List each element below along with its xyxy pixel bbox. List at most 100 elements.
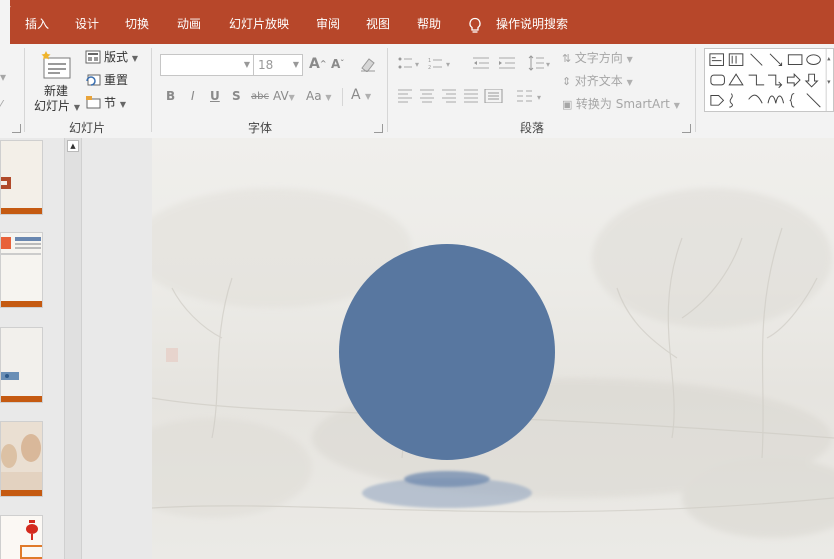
tab-slideshow[interactable]: 幻灯片放映 bbox=[229, 16, 289, 32]
font-size-combo[interactable]: 18 ▼ bbox=[253, 54, 303, 76]
paragraph-group-label: 段落 bbox=[520, 121, 545, 135]
group-separator bbox=[387, 48, 388, 132]
clipboard-remnant[interactable]: ▾ bbox=[0, 70, 6, 84]
text-direction-label: 文字方向 bbox=[574, 51, 623, 65]
align-text-icon: ⇕ bbox=[562, 75, 575, 88]
text-direction-button[interactable]: ⇅ 文字方向 ▼ bbox=[562, 51, 633, 67]
slide-thumbnail[interactable] bbox=[0, 327, 43, 403]
tab-insert[interactable]: 插入 bbox=[25, 16, 49, 32]
new-slide-label: 幻灯片 bbox=[34, 99, 71, 113]
bold-button[interactable]: B bbox=[166, 89, 175, 103]
chevron-down-icon: ▼ bbox=[292, 60, 299, 69]
thumbnail-image bbox=[1, 422, 42, 496]
new-slide-dropdown[interactable]: 幻灯片 ▼ bbox=[34, 99, 80, 115]
decrease-font-size-button[interactable]: Aˇ bbox=[331, 57, 344, 71]
chevron-down-icon: ▼ bbox=[325, 93, 332, 102]
text-shadow-button[interactable]: S bbox=[232, 89, 241, 103]
slide-thumbnail-pane bbox=[0, 138, 64, 559]
svg-text:▾: ▾ bbox=[446, 60, 450, 69]
character-spacing-button[interactable]: AV▼ bbox=[273, 89, 295, 105]
new-slide-icon[interactable] bbox=[40, 50, 72, 80]
alignment-icons[interactable] bbox=[398, 89, 504, 103]
reset-button[interactable]: 重置 bbox=[104, 73, 128, 87]
tab-home-active[interactable] bbox=[0, 0, 10, 44]
section-icon bbox=[86, 96, 101, 109]
shapes-gallery[interactable]: ▴ ▾ bbox=[704, 48, 834, 112]
font-dialog-launcher[interactable] bbox=[374, 124, 383, 133]
tab-animations[interactable]: 动画 bbox=[177, 16, 201, 32]
slides-group-label: 幻灯片 bbox=[69, 121, 106, 135]
thumbnail-image bbox=[1, 516, 42, 559]
chevron-down-icon: ▼ bbox=[131, 54, 138, 63]
align-text-button[interactable]: ⇕ 对齐文本 ▼ bbox=[562, 74, 633, 90]
strikethrough-button[interactable]: abc bbox=[251, 90, 269, 104]
ribbon: ▾ ⁄ 新建 幻灯片 ▼ 版式 ▼ 重置 节 ▼ 幻灯片 ▼ 18 ▼ A^ A… bbox=[0, 44, 834, 139]
chevron-down-icon: ▼ bbox=[626, 55, 633, 64]
clear-formatting-icon[interactable] bbox=[359, 56, 377, 72]
tell-me-search[interactable]: 操作说明搜索 bbox=[496, 16, 568, 32]
svg-text:1: 1 bbox=[428, 58, 431, 64]
thumbnail-scrollbar[interactable]: ▲ bbox=[64, 138, 82, 559]
section-button[interactable]: 节 ▼ bbox=[104, 96, 126, 112]
lightbulb-icon[interactable] bbox=[467, 17, 483, 35]
slide-background-landscape bbox=[152, 188, 834, 538]
chevron-down-icon: ▼ bbox=[626, 78, 633, 87]
thumbnail-footer-bar bbox=[1, 208, 42, 214]
increase-font-size-button[interactable]: A^ bbox=[309, 57, 327, 71]
clipboard-launcher[interactable] bbox=[12, 124, 21, 133]
svg-text:▴: ▴ bbox=[827, 55, 831, 63]
slide-thumbnail[interactable] bbox=[0, 515, 43, 559]
paragraph-dialog-launcher[interactable] bbox=[682, 124, 691, 133]
indent-icon[interactable] bbox=[473, 56, 521, 70]
svg-text:▾: ▾ bbox=[827, 78, 831, 86]
text-direction-icon: ⇅ bbox=[562, 52, 575, 65]
group-separator bbox=[695, 48, 696, 132]
change-case-label: Aa bbox=[306, 89, 322, 103]
scroll-up-arrow-icon[interactable]: ▲ bbox=[67, 140, 79, 152]
tab-transitions[interactable]: 切换 bbox=[125, 16, 149, 32]
align-text-label: 对齐文本 bbox=[574, 74, 623, 88]
change-case-button[interactable]: Aa ▼ bbox=[306, 89, 332, 105]
tab-review[interactable]: 审阅 bbox=[316, 16, 340, 32]
thumbnail-footer-bar bbox=[1, 396, 42, 402]
blue-circle-shape bbox=[339, 244, 555, 460]
chevron-down-icon: ▼ bbox=[243, 60, 250, 69]
slide-thumbnail[interactable] bbox=[0, 421, 43, 497]
chevron-down-icon: ▼ bbox=[73, 103, 80, 112]
slide-thumbnail[interactable] bbox=[0, 232, 43, 308]
layout-icon bbox=[85, 50, 101, 64]
section-label: 节 bbox=[104, 96, 117, 110]
line-spacing-icon[interactable]: ▾ bbox=[528, 55, 554, 71]
convert-smartart-button[interactable]: ▣ 转换为 SmartArt ▼ bbox=[562, 97, 680, 113]
reset-icon bbox=[86, 74, 101, 86]
chevron-down-icon: ▼ bbox=[119, 100, 126, 109]
pane-gutter bbox=[82, 138, 152, 559]
group-separator bbox=[151, 48, 152, 132]
new-slide-button[interactable]: 新建 bbox=[44, 84, 68, 98]
chevron-down-icon: ▼ bbox=[673, 101, 680, 110]
thumbnail-image bbox=[1, 141, 42, 214]
bullets-icon[interactable]: ▾ 12 ▾ bbox=[398, 56, 456, 70]
layout-label: 版式 bbox=[104, 50, 129, 64]
character-spacing-label: AV bbox=[273, 89, 289, 103]
thumbnail-image bbox=[1, 233, 42, 307]
tab-view[interactable]: 视图 bbox=[366, 16, 390, 32]
underline-button[interactable]: U bbox=[210, 89, 220, 103]
slide-thumbnail[interactable] bbox=[0, 140, 43, 215]
smartart-icon: ▣ bbox=[562, 98, 576, 111]
tab-design[interactable]: 设计 bbox=[75, 16, 99, 32]
tab-help[interactable]: 帮助 bbox=[417, 16, 441, 32]
thumbnail-footer-bar bbox=[1, 490, 42, 496]
font-name-combo[interactable]: ▼ bbox=[160, 54, 254, 76]
layout-button[interactable]: 版式 ▼ bbox=[104, 50, 138, 66]
chevron-down-icon: ▼ bbox=[365, 92, 372, 101]
italic-button[interactable]: I bbox=[191, 89, 195, 103]
convert-smartart-label: 转换为 SmartArt bbox=[575, 97, 670, 111]
slide-canvas[interactable] bbox=[152, 138, 834, 559]
svg-text:▾: ▾ bbox=[546, 60, 550, 69]
svg-text:▾: ▾ bbox=[415, 60, 419, 69]
columns-icon[interactable]: ▾ bbox=[517, 89, 545, 103]
font-color-label: A bbox=[351, 87, 361, 103]
format-painter-remnant[interactable]: ⁄ bbox=[0, 98, 2, 112]
font-color-button[interactable]: A ▼ bbox=[351, 88, 371, 104]
